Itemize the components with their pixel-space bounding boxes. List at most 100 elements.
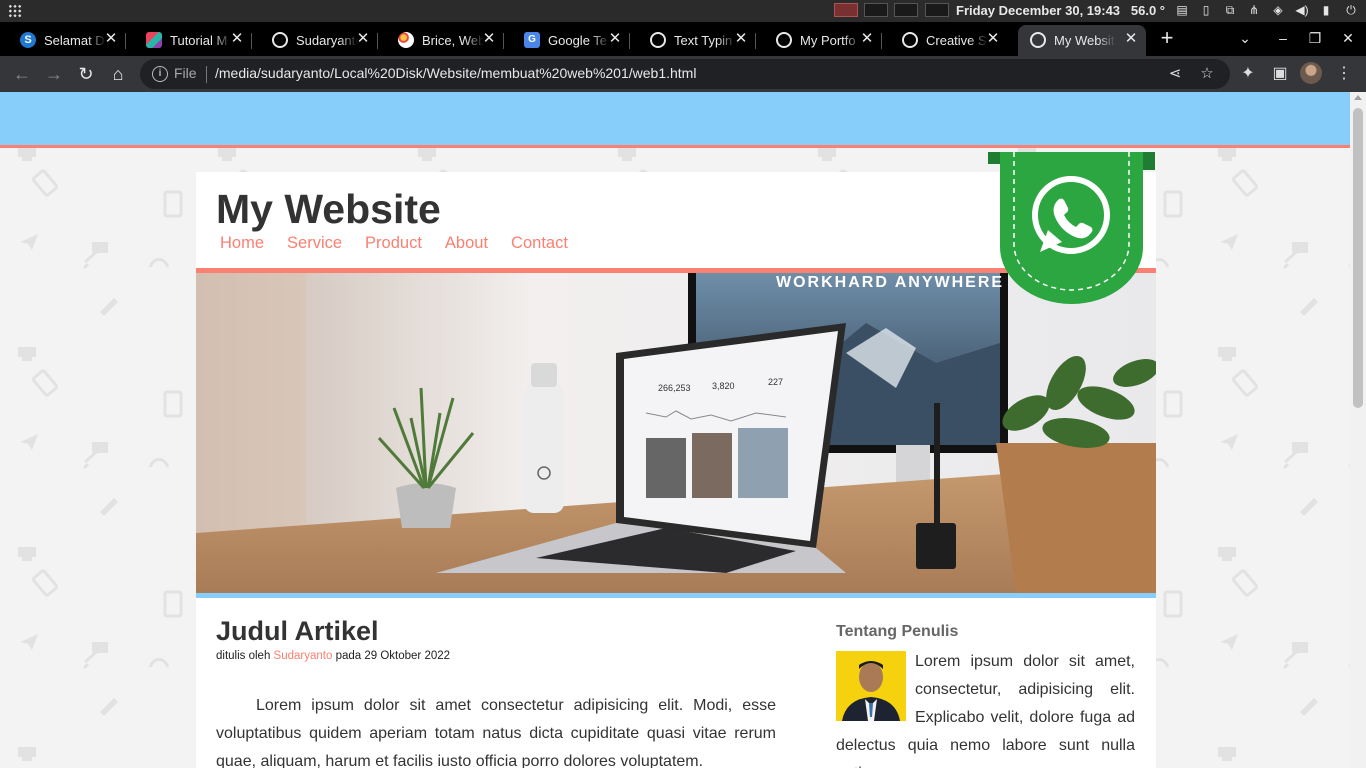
tab[interactable]: Brice, Web ✕: [378, 25, 504, 56]
tab-label: Selamat D: [44, 33, 105, 48]
close-tab-icon[interactable]: ✕: [986, 30, 1000, 48]
tab-label: Creative SI: [926, 33, 988, 48]
forward-icon[interactable]: →: [42, 62, 66, 86]
tab[interactable]: S Selamat D ✕: [0, 25, 126, 56]
top-color-band: [0, 92, 1350, 148]
article-meta: ditulis oleh Sudaryanto pada 29 Oktober …: [216, 650, 450, 662]
url-text[interactable]: /media/sudaryanto/Local%20Disk/Website/m…: [215, 65, 696, 81]
author-link[interactable]: Sudaryanto: [274, 650, 333, 662]
address-bar[interactable]: i File /media/sudaryanto/Local%20Disk/We…: [140, 59, 1230, 89]
browser-toolbar: ← → ↻ ⌂ i File /media/sudaryanto/Local%2…: [0, 56, 1366, 92]
author-bio: Lorem ipsum dolor sit amet, consectetur,…: [836, 648, 1135, 768]
article-body: Lorem ipsum dolor sit amet consectetur a…: [216, 697, 776, 768]
meta-date: pada 29 Oktober 2022: [335, 650, 451, 662]
clock-text: Friday December 30, 19:43: [956, 3, 1121, 18]
tab[interactable]: Sudaryanto ✕: [252, 25, 378, 56]
document-icon[interactable]: ▯: [1198, 2, 1214, 18]
shield-icon[interactable]: ◈: [1270, 2, 1286, 18]
profile-avatar[interactable]: [1300, 62, 1322, 84]
memory-monitor-icon: [864, 3, 888, 17]
restore-icon[interactable]: ❐: [1305, 28, 1325, 48]
tab-label: Sudaryanto: [296, 33, 358, 48]
globe-icon: [650, 32, 666, 48]
close-tab-icon[interactable]: ✕: [860, 30, 874, 48]
network-monitor-icon: [894, 3, 918, 17]
share-icon[interactable]: ⋔: [1246, 2, 1262, 18]
sidebar-title: Tentang Penulis: [836, 623, 959, 640]
nav-contact[interactable]: Contact: [511, 234, 568, 253]
cube-icon: [146, 32, 162, 48]
bookmark-star-icon[interactable]: ☆: [1196, 63, 1218, 85]
power-icon[interactable]: ⏻: [1343, 2, 1359, 18]
clock[interactable]: Friday December 30, 19:43 56.0 °: [956, 3, 1165, 18]
site-nav: Home Service Product About Contact: [220, 234, 568, 253]
tab-label: Tutorial M: [170, 33, 228, 48]
globe-icon: [272, 32, 288, 48]
share-icon[interactable]: ⋖: [1164, 63, 1186, 85]
tab-label: Brice, Web: [422, 33, 484, 48]
nav-about[interactable]: About: [445, 234, 488, 253]
home-icon[interactable]: ⌂: [106, 62, 130, 86]
disk-monitor-icon: [925, 3, 949, 17]
app-grid-icon[interactable]: [8, 4, 22, 18]
tab[interactable]: G Google Te ✕: [504, 25, 630, 56]
brice-icon: [398, 32, 414, 48]
tab-search-icon[interactable]: ⌄: [1235, 28, 1255, 48]
article-title: Judul Artikel: [216, 616, 379, 646]
volume-icon[interactable]: ◀): [1294, 2, 1310, 18]
network-icon[interactable]: ⧉: [1222, 2, 1238, 18]
page-scrollbar[interactable]: [1350, 92, 1366, 768]
laptop-stat-2: 3,820: [712, 381, 735, 391]
close-tab-icon[interactable]: ✕: [104, 30, 118, 48]
tab[interactable]: Text Typin ✕: [630, 25, 756, 56]
minimize-icon[interactable]: –: [1273, 28, 1293, 48]
scroll-thumb[interactable]: [1353, 108, 1363, 408]
menu-kebab-icon[interactable]: ⋮: [1332, 62, 1356, 86]
globe-icon: [776, 32, 792, 48]
globe-icon: [902, 32, 918, 48]
scheme-label: File: [174, 65, 197, 81]
close-tab-icon[interactable]: ✕: [230, 30, 244, 48]
globe-icon: [1030, 32, 1046, 48]
laptop-stat-1: 266,253: [658, 383, 691, 393]
monitor-screen-text: WORKHARD ANYWHERE: [776, 274, 1004, 291]
close-tab-icon[interactable]: ✕: [608, 30, 622, 48]
cpu-monitor-icon: [834, 3, 858, 17]
meta-prefix: ditulis oleh: [216, 650, 271, 662]
tab-label: My Portfo: [800, 33, 856, 48]
browser-tab-bar: S Selamat D ✕ Tutorial M ✕ Sudaryanto ✕ …: [0, 22, 1366, 56]
nav-product[interactable]: Product: [365, 234, 422, 253]
tab[interactable]: Tutorial M ✕: [126, 25, 252, 56]
close-tab-icon[interactable]: ✕: [482, 30, 496, 48]
tab-label: Text Typin: [674, 33, 733, 48]
nav-home[interactable]: Home: [220, 234, 264, 253]
close-tab-icon[interactable]: ✕: [734, 30, 748, 48]
os-top-bar: Friday December 30, 19:43 56.0 ° ▤ ▯ ⧉ ⋔…: [0, 0, 1366, 22]
side-panel-icon[interactable]: ▣: [1268, 62, 1292, 86]
page-viewport: My Website Home Service Product About Co…: [0, 92, 1350, 768]
info-icon[interactable]: i: [152, 66, 168, 82]
whatsapp-button[interactable]: [988, 152, 1155, 304]
google-translate-icon: G: [524, 32, 540, 48]
laptop-stat-3: 227: [768, 377, 783, 387]
scroll-up-arrow-icon[interactable]: [1354, 95, 1362, 100]
tab-active[interactable]: My Websit ✕: [1018, 25, 1146, 56]
site-title: My Website: [216, 186, 441, 232]
close-tab-icon[interactable]: ✕: [356, 30, 370, 48]
extensions-icon[interactable]: ✦: [1236, 62, 1260, 86]
nav-service[interactable]: Service: [287, 234, 342, 253]
hero-image: WORKHARD ANYWHERE 266,253 3,820 227: [196, 268, 1156, 598]
new-tab-button[interactable]: +: [1156, 27, 1178, 49]
close-window-icon[interactable]: ✕: [1338, 28, 1358, 48]
hero-desk-illustration: WORKHARD ANYWHERE 266,253 3,820 227: [196, 273, 1156, 593]
battery-icon[interactable]: ▮: [1318, 2, 1334, 18]
temperature-text: 56.0 °: [1130, 3, 1166, 18]
reload-icon[interactable]: ↻: [74, 62, 98, 86]
close-tab-icon[interactable]: ✕: [1124, 30, 1138, 48]
tab-label: Google Te: [548, 33, 608, 48]
tab[interactable]: Creative SI ✕: [882, 25, 1008, 56]
tab-label: My Websit: [1054, 33, 1115, 48]
back-icon[interactable]: ←: [10, 62, 34, 86]
printer-icon[interactable]: ▤: [1174, 2, 1190, 18]
tab[interactable]: My Portfo ✕: [756, 25, 882, 56]
